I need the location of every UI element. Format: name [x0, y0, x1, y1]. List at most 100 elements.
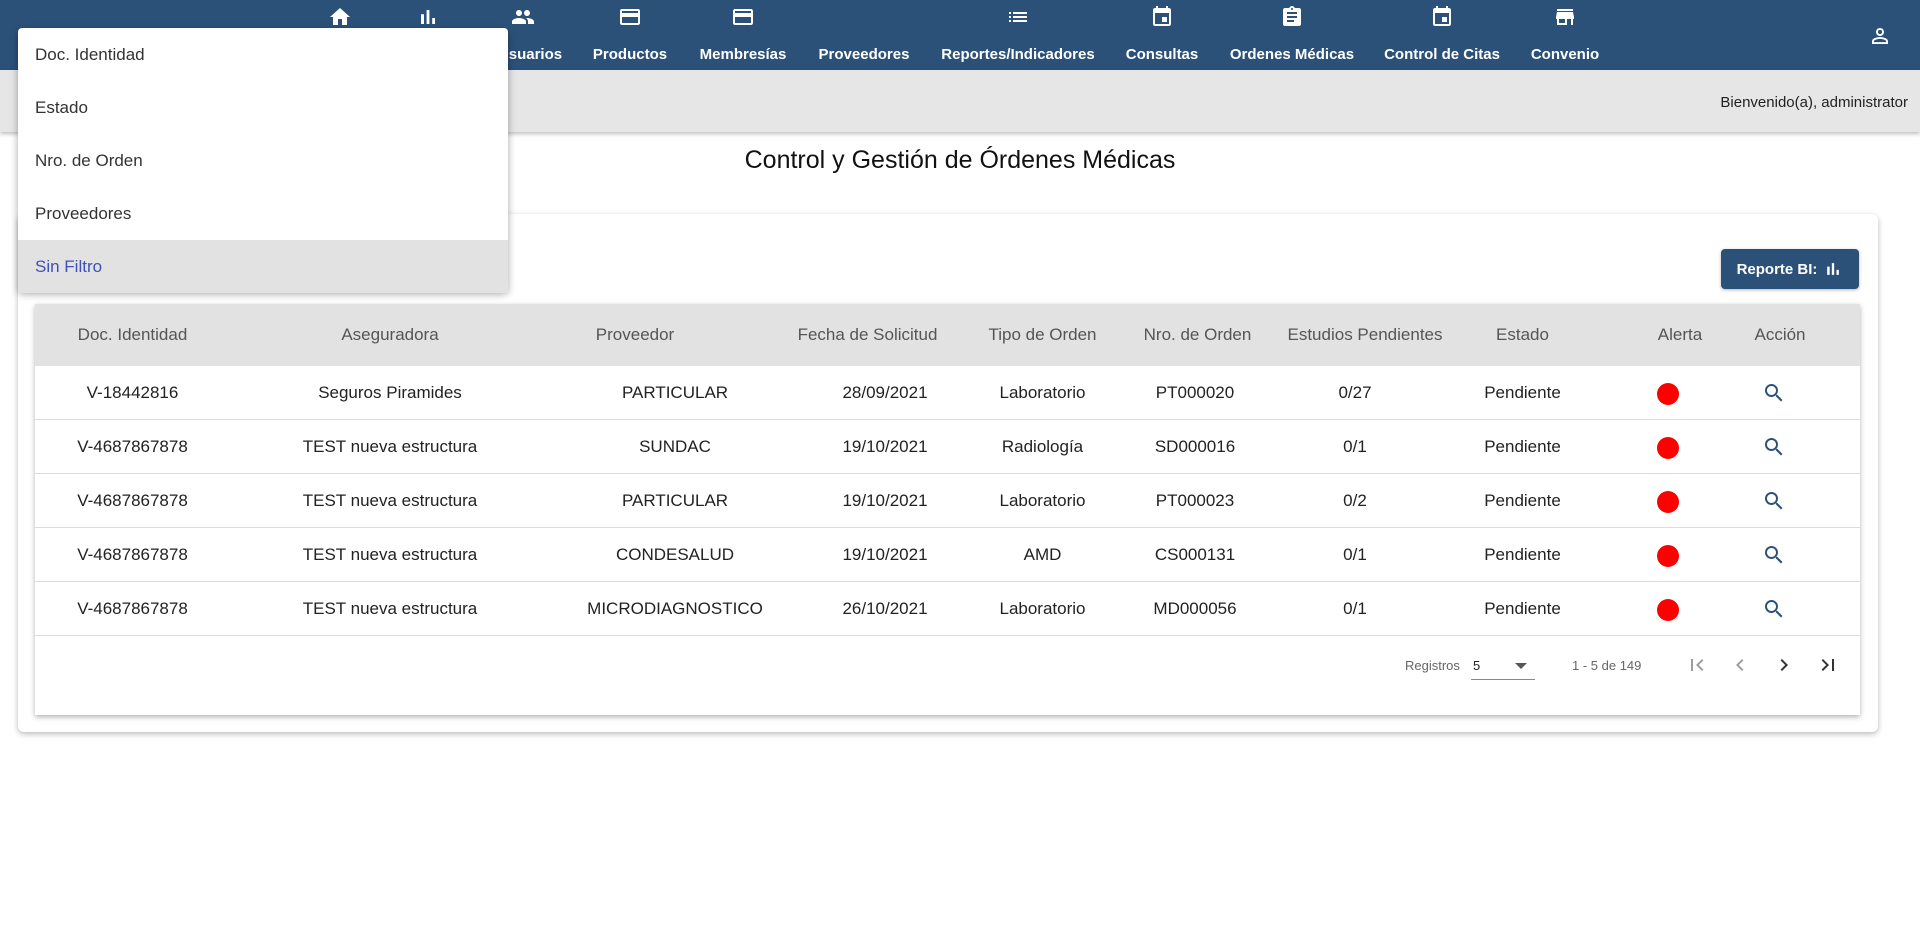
chevron-left-icon — [1728, 653, 1752, 682]
caret-down-icon — [1515, 663, 1527, 669]
list-icon — [1006, 5, 1030, 29]
column-header-alerta[interactable]: Alerta — [1635, 304, 1725, 366]
cell-estudios-pendientes: 0/27 — [1338, 383, 1372, 402]
people-icon — [511, 5, 535, 29]
home-icon — [328, 5, 352, 29]
cell-aseguradora: TEST nueva estructura — [302, 491, 478, 510]
cell-doc-identidad: V-18442816 — [86, 383, 179, 402]
page-size-label: Registros — [1405, 658, 1460, 673]
store-icon — [1553, 5, 1577, 29]
calendar-icon — [1430, 5, 1454, 29]
nav-label-control-citas: Control de Citas — [1384, 46, 1500, 63]
column-header-accion[interactable]: Acción — [1735, 304, 1825, 366]
cell-aseguradora: TEST nueva estructura — [302, 545, 478, 564]
column-header-proveedor[interactable]: Proveedor — [550, 304, 720, 366]
nav-item-membresias[interactable]: Membresías — [697, 0, 789, 70]
cell-estudios-pendientes: 0/2 — [1343, 491, 1367, 510]
filter-option-sin-filtro[interactable]: Sin Filtro — [18, 240, 508, 293]
cell-estudios-pendientes: 0/1 — [1343, 545, 1367, 564]
nav-item-proveedores[interactable]: Proveedores — [818, 0, 910, 70]
cell-fecha: 19/10/2021 — [842, 545, 928, 564]
cell-fecha: 19/10/2021 — [842, 437, 928, 456]
filter-option-estado[interactable]: Estado — [18, 81, 508, 134]
clipboard-icon — [1280, 5, 1304, 29]
column-header-doc[interactable]: Doc. Identidad — [35, 304, 230, 366]
cell-nro-orden: PT000023 — [1155, 491, 1235, 510]
cell-doc-identidad: V-4687867878 — [77, 545, 188, 564]
nav-item-consultas[interactable]: Consultas — [1125, 0, 1199, 70]
nav-item-productos[interactable]: Productos — [590, 0, 670, 70]
last-page-button[interactable] — [1814, 653, 1842, 681]
person-icon — [1868, 28, 1892, 52]
alert-indicator — [1657, 437, 1679, 459]
search-icon[interactable] — [1762, 489, 1786, 513]
previous-page-button[interactable] — [1726, 653, 1754, 681]
cell-nro-orden: PT000020 — [1155, 383, 1235, 402]
cell-aseguradora: TEST nueva estructura — [302, 437, 478, 456]
column-header-nro[interactable]: Nro. de Orden — [1125, 304, 1270, 366]
nav-item-reportes[interactable]: Reportes/Indicadores — [940, 0, 1096, 70]
nav-label-convenio: Convenio — [1530, 46, 1600, 63]
cell-nro-orden: MD000056 — [1153, 599, 1237, 618]
cell-estado: Pendiente — [1484, 383, 1561, 402]
filter-dropdown: Doc. Identidad Estado Nro. de Orden Prov… — [18, 28, 508, 293]
nav-item-ordenes[interactable]: Ordenes Médicas — [1230, 0, 1354, 70]
nav-item-convenio[interactable]: Convenio — [1530, 0, 1600, 70]
cell-nro-orden: CS000131 — [1154, 545, 1236, 564]
cell-tipo-orden: Laboratorio — [999, 383, 1086, 402]
cell-doc-identidad: V-4687867878 — [77, 491, 188, 510]
orders-table: Doc. Identidad Aseguradora Proveedor Fec… — [35, 304, 1860, 715]
column-header-fecha[interactable]: Fecha de Solicitud — [780, 304, 955, 366]
bar-chart-icon — [1823, 259, 1843, 279]
cell-nro-orden: SD000016 — [1154, 437, 1236, 456]
bar-chart-icon — [416, 5, 440, 29]
nav-label-reportes: Reportes/Indicadores — [941, 46, 1095, 63]
column-header-tipo[interactable]: Tipo de Orden — [965, 304, 1120, 366]
filter-option-doc-identidad[interactable]: Doc. Identidad — [18, 28, 508, 81]
user-account-button[interactable] — [1868, 24, 1892, 48]
cell-fecha: 19/10/2021 — [842, 491, 928, 510]
nav-label-membresias: Membresías — [699, 46, 787, 63]
search-icon[interactable] — [1762, 597, 1786, 621]
first-page-button[interactable] — [1683, 653, 1711, 681]
table-row: V-4687867878 TEST nueva estructura PARTICU… — [35, 474, 1860, 528]
cell-doc-identidad: V-4687867878 — [77, 437, 188, 456]
paginator: Registros 5 1 - 5 de 149 — [35, 636, 1860, 698]
nav-label-consultas: Consultas — [1125, 46, 1199, 63]
alert-indicator — [1657, 491, 1679, 513]
cell-estado: Pendiente — [1484, 599, 1561, 618]
cell-aseguradora: Seguros Piramides — [318, 383, 462, 402]
search-icon[interactable] — [1762, 543, 1786, 567]
cell-tipo-orden: Laboratorio — [999, 599, 1086, 618]
column-header-estudios[interactable]: Estudios Pendientes — [1270, 304, 1460, 366]
page-range: 1 - 5 de 149 — [1572, 658, 1642, 673]
column-header-estado[interactable]: Estado — [1460, 304, 1585, 366]
table-row: V-4687867878 TEST nueva estructura SUNDAC 1… — [35, 420, 1860, 474]
cell-aseguradora: TEST nueva estructura — [302, 599, 478, 618]
nav-label-ordenes: Ordenes Médicas — [1229, 46, 1355, 63]
table-row: V-4687867878 TEST nueva estructura MICRODI… — [35, 582, 1860, 636]
alert-indicator — [1657, 599, 1679, 621]
alert-indicator — [1657, 383, 1679, 405]
nav-label-proveedores: Proveedores — [818, 46, 910, 63]
cell-proveedor: SUNDAC — [639, 437, 711, 456]
filter-option-proveedores[interactable]: Proveedores — [18, 187, 508, 240]
cell-estado: Pendiente — [1484, 545, 1561, 564]
card-icon — [618, 5, 642, 29]
next-page-button[interactable] — [1770, 653, 1798, 681]
search-icon[interactable] — [1762, 381, 1786, 405]
cell-fecha: 28/09/2021 — [842, 383, 928, 402]
cell-proveedor: MICRODIAGNOSTICO — [587, 599, 763, 618]
cell-proveedor: CONDESALUD — [615, 545, 735, 564]
column-header-aseguradora[interactable]: Aseguradora — [230, 304, 550, 366]
cell-tipo-orden: Radiología — [1001, 437, 1084, 456]
search-icon[interactable] — [1762, 435, 1786, 459]
nav-item-control-citas[interactable]: Control de Citas — [1384, 0, 1500, 70]
reporte-bi-button[interactable]: Reporte BI: — [1721, 249, 1859, 289]
filter-option-nro-orden[interactable]: Nro. de Orden — [18, 134, 508, 187]
cell-estado: Pendiente — [1484, 491, 1561, 510]
cell-fecha: 26/10/2021 — [842, 599, 928, 618]
page-size-select[interactable]: 5 — [1471, 652, 1535, 680]
nav-label-productos: Productos — [592, 46, 668, 63]
cell-estudios-pendientes: 0/1 — [1343, 437, 1367, 456]
